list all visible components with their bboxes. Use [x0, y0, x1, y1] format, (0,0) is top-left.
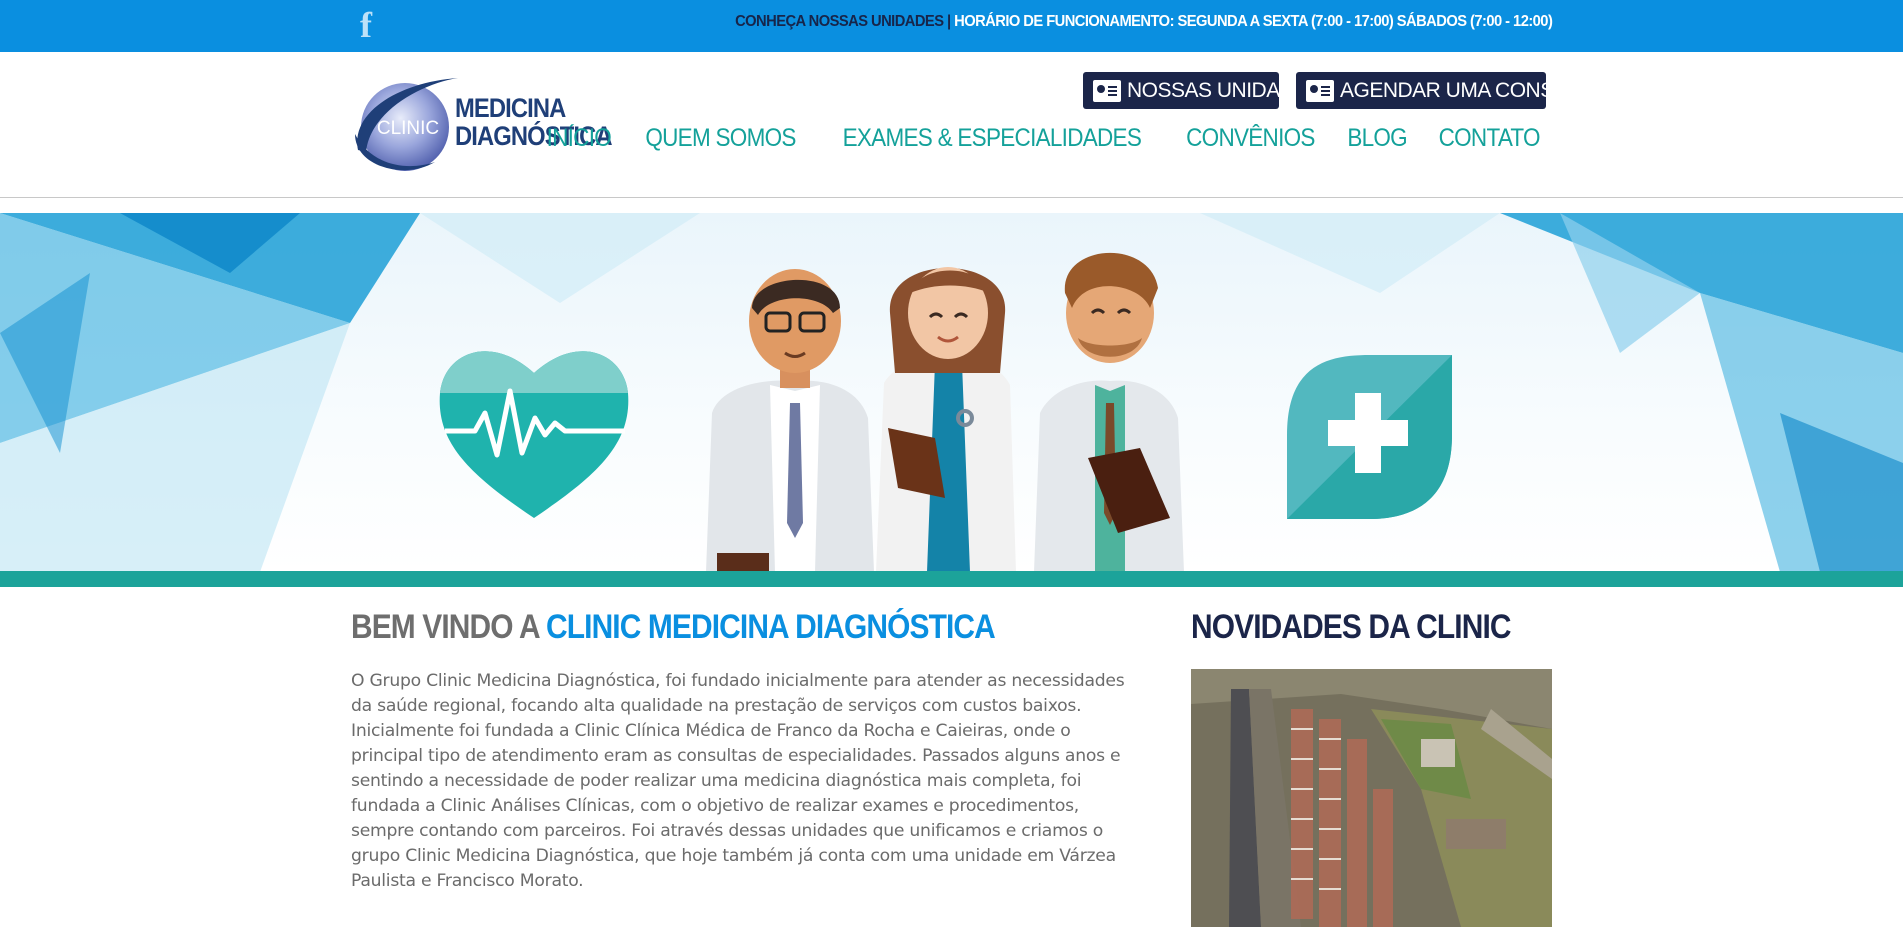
logo-badge: CLINIC	[377, 118, 439, 139]
doctor-illustration-3	[1034, 252, 1184, 572]
site-header: CLINIC MEDICINA DIAGNÓSTICA NOSSAS UNIDA…	[0, 52, 1903, 198]
our-units-button[interactable]: NOSSAS UNIDADES	[1083, 72, 1322, 109]
aerial-city-photo	[1191, 669, 1552, 927]
hero-illustration	[0, 213, 1903, 572]
nav-exames-especialidades[interactable]: EXAMES & ESPECIALIDADES	[842, 124, 1141, 153]
top-bar: f CONHEÇA NOSSAS UNIDADES | HORÁRIO DE F…	[0, 0, 1903, 52]
news-image[interactable]	[1191, 669, 1552, 927]
nav-quem-somos[interactable]: QUEM SOMOS	[645, 124, 796, 153]
welcome-brand: CLINIC MEDICINA DIAGNÓSTICA	[546, 608, 996, 646]
nav-convenios[interactable]: CONVÊNIOS	[1187, 124, 1316, 153]
doctor-illustration-2	[876, 267, 1016, 572]
top-separator: |	[943, 13, 954, 30]
doctor-illustration-1	[706, 269, 874, 572]
heart-pulse-icon	[439, 351, 629, 518]
facebook-icon[interactable]: f	[352, 6, 380, 44]
welcome-heading: BEM VINDO A CLINIC MEDICINA DIAGNÓSTICA	[351, 608, 996, 647]
hero-accent-stripe	[0, 571, 1903, 587]
news-heading: NOVIDADES DA CLINIC	[1191, 608, 1511, 646]
id-card-icon	[1093, 79, 1121, 102]
our-units-label: NOSSAS UNIDADES	[1127, 79, 1322, 102]
hero-banner	[0, 213, 1903, 572]
schedule-appointment-button[interactable]: AGENDAR UMA CONSULTA	[1296, 72, 1603, 109]
nav-blog[interactable]: BLOG	[1348, 124, 1408, 153]
welcome-prefix: BEM VINDO A	[351, 608, 547, 646]
main-nav: INÍCIO QUEM SOMOS EXAMES & ESPECIALIDADE…	[543, 124, 1545, 153]
logo-line-1: MEDICINA	[455, 93, 566, 123]
opening-hours: HORÁRIO DE FUNCIONAMENTO: SEGUNDA A SEXT…	[953, 13, 1553, 30]
units-top-link[interactable]: CONHEÇA NOSSAS UNIDADES	[735, 13, 944, 30]
nav-contato[interactable]: CONTATO	[1438, 124, 1540, 153]
id-card-icon	[1306, 79, 1334, 102]
medical-cross-icon	[1287, 355, 1452, 519]
nav-inicio[interactable]: INÍCIO	[547, 124, 612, 153]
schedule-appointment-label: AGENDAR UMA CONSULTA	[1340, 79, 1603, 102]
top-info: CONHEÇA NOSSAS UNIDADES | HORÁRIO DE FUN…	[735, 13, 1553, 31]
about-paragraph: O Grupo Clinic Medicina Diagnóstica, foi…	[351, 671, 1125, 891]
